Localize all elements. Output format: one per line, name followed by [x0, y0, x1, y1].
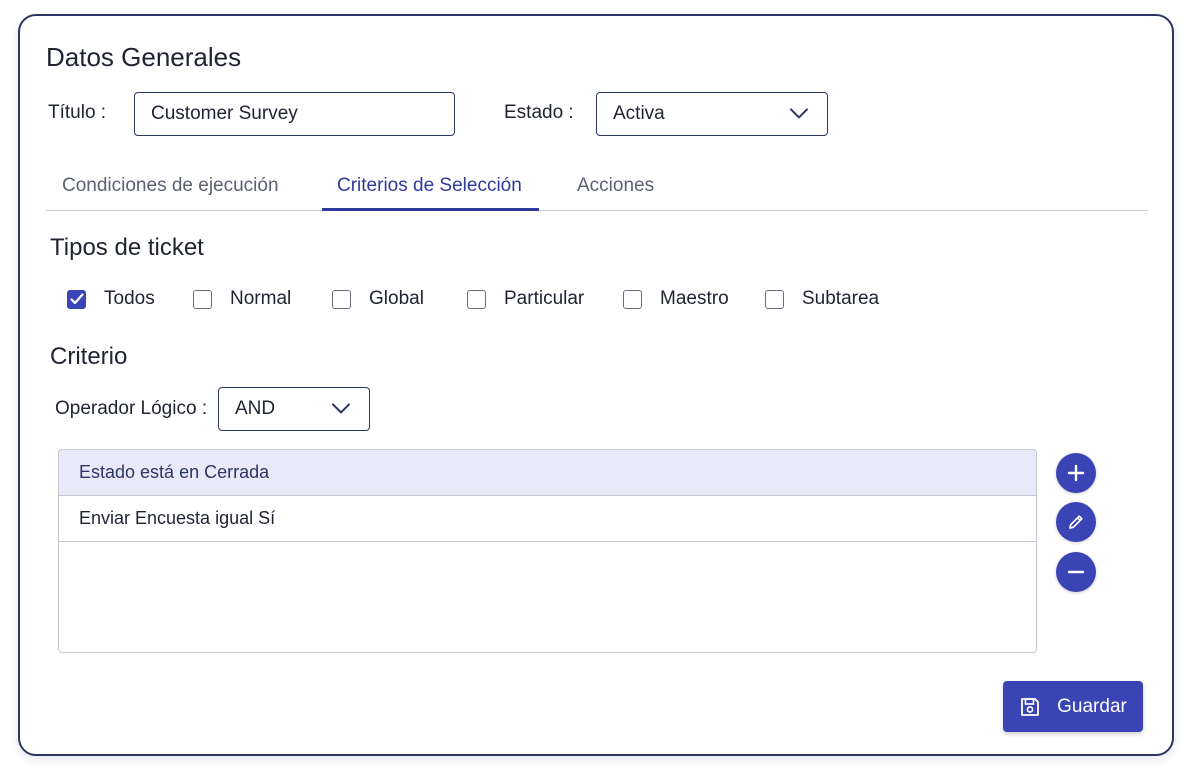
save-button-label: Guardar: [1057, 695, 1127, 717]
checkbox-subtarea[interactable]: Subtarea: [765, 288, 879, 310]
titulo-input[interactable]: Customer Survey: [134, 92, 455, 136]
criteria-heading: Criterio: [50, 343, 128, 370]
remove-criterion-button[interactable]: [1056, 552, 1096, 592]
checkbox-label: Todos: [104, 288, 155, 309]
floppy-disk-icon: [1021, 697, 1040, 716]
ticket-types-heading: Tipos de ticket: [50, 234, 204, 261]
plus-icon: [1067, 464, 1085, 482]
edit-criterion-button[interactable]: [1056, 502, 1096, 542]
criteria-list: Estado está en Cerrada Enviar Encuesta i…: [58, 449, 1037, 653]
criteria-row[interactable]: Estado está en Cerrada: [59, 450, 1036, 496]
criteria-row[interactable]: Enviar Encuesta igual Sí: [59, 496, 1036, 542]
add-criterion-button[interactable]: [1056, 453, 1096, 493]
checkbox-maestro[interactable]: Maestro: [623, 288, 729, 310]
operator-label: Operador Lógico :: [55, 398, 208, 419]
checkbox-todos[interactable]: Todos: [67, 288, 155, 310]
chevron-down-icon: [790, 108, 808, 119]
checkbox-label: Global: [369, 288, 424, 309]
estado-select[interactable]: Activa: [596, 92, 828, 136]
titulo-label: Título :: [48, 102, 107, 123]
checkbox-label: Maestro: [660, 288, 729, 309]
checkbox-box-checked[interactable]: [67, 289, 86, 309]
operator-select[interactable]: AND: [218, 387, 370, 431]
minus-icon: [1067, 570, 1085, 574]
checkbox-label: Normal: [230, 288, 292, 309]
checkbox-label: Particular: [504, 288, 585, 309]
checkbox-box[interactable]: [623, 289, 642, 309]
checkbox-box[interactable]: [332, 289, 351, 309]
tab-condiciones[interactable]: Condiciones de ejecución: [62, 175, 279, 197]
checkmark-icon: [69, 293, 84, 305]
checkbox-box[interactable]: [467, 289, 486, 309]
tabs-divider: [46, 210, 1148, 211]
estado-label: Estado :: [504, 102, 574, 123]
checkbox-box[interactable]: [765, 289, 784, 309]
checkbox-normal[interactable]: Normal: [193, 288, 291, 310]
estado-select-value: Activa: [613, 103, 665, 124]
checkbox-box[interactable]: [193, 289, 212, 309]
checkbox-global[interactable]: Global: [332, 288, 424, 310]
chevron-down-icon: [332, 403, 350, 414]
operator-select-value: AND: [235, 398, 276, 419]
active-tab-indicator: [322, 208, 539, 211]
general-data-panel: Datos Generales Título : Customer Survey…: [18, 14, 1174, 756]
tab-acciones[interactable]: Acciones: [577, 175, 654, 197]
page-title: Datos Generales: [46, 42, 242, 72]
pencil-icon: [1069, 515, 1083, 529]
checkbox-label: Subtarea: [802, 288, 880, 309]
checkbox-particular[interactable]: Particular: [467, 288, 584, 310]
tab-criterios[interactable]: Criterios de Selección: [337, 175, 522, 197]
save-button[interactable]: Guardar: [1003, 681, 1143, 732]
